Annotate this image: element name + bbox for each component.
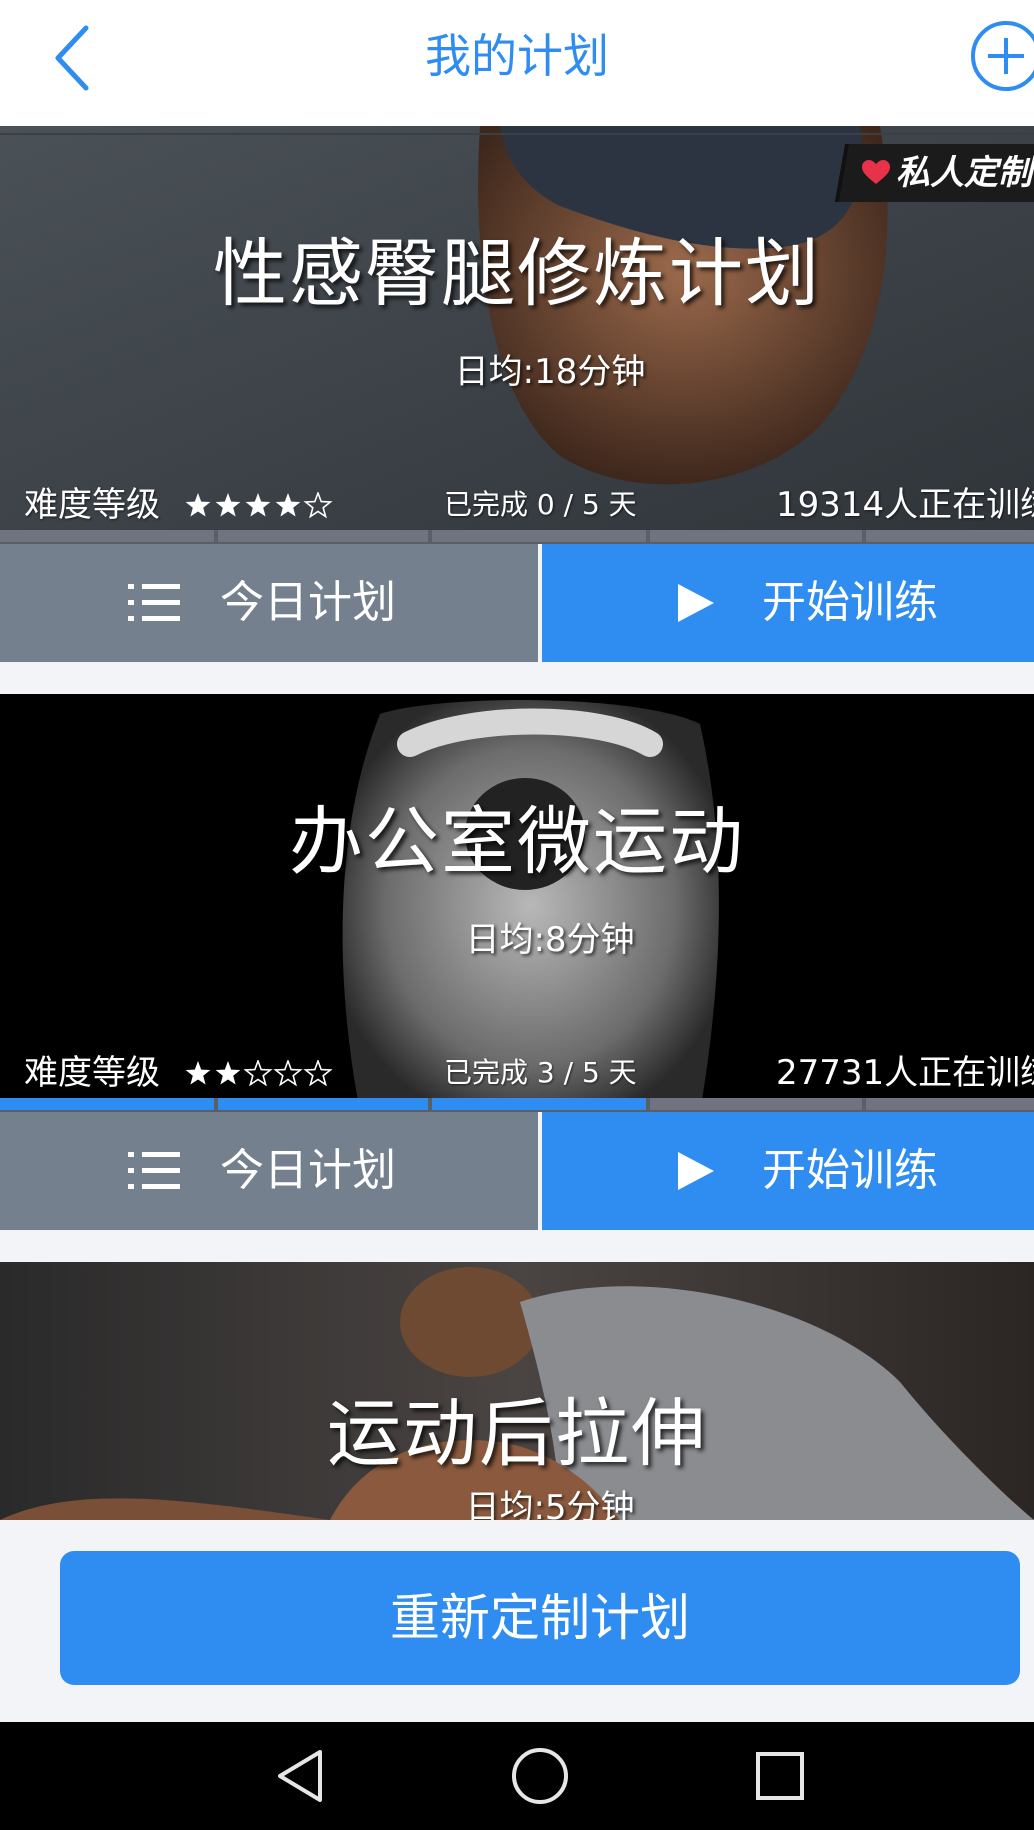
list-icon bbox=[128, 584, 180, 621]
play-icon bbox=[678, 1152, 714, 1190]
plan-banner[interactable]: 私人定制 性感臀腿修炼计划 日均:18分钟 难度等级 已完成 0 / 5 天 1… bbox=[0, 126, 1034, 544]
app-header: 我的计划 bbox=[0, 0, 1034, 126]
completion-status: 已完成 0 / 5 天 bbox=[444, 488, 637, 521]
plan-card: 私人定制 性感臀腿修炼计划 日均:18分钟 难度等级 已完成 0 / 5 天 1… bbox=[0, 126, 1034, 662]
private-custom-badge: 私人定制 bbox=[834, 144, 1034, 202]
plan-meta: 难度等级 已完成 0 / 5 天 19314人正在训练 bbox=[0, 480, 1034, 530]
today-plan-button[interactable]: 今日计划 bbox=[0, 544, 538, 662]
progress-segment bbox=[432, 530, 646, 542]
start-training-label: 开始训练 bbox=[762, 1145, 938, 1196]
plan-daily-average: 日均:5分钟 bbox=[465, 1488, 635, 1520]
star-filled-icon bbox=[215, 493, 241, 517]
list-icon bbox=[128, 1152, 180, 1189]
star-empty-icon bbox=[303, 492, 333, 519]
progress-segment bbox=[866, 530, 1034, 542]
start-training-button[interactable]: 开始训练 bbox=[542, 544, 1034, 662]
nav-recents-icon[interactable] bbox=[750, 1746, 810, 1806]
today-plan-label: 今日计划 bbox=[220, 577, 396, 628]
completion-progress-bar bbox=[0, 1098, 1034, 1112]
completion-status: 已完成 3 / 5 天 bbox=[444, 1056, 637, 1089]
progress-segment bbox=[0, 530, 214, 542]
star-empty-icon bbox=[243, 1060, 273, 1087]
star-filled-icon bbox=[275, 493, 301, 517]
plan-title: 性感臀腿修炼计划 bbox=[213, 231, 821, 317]
plan-meta: 难度等级 已完成 3 / 5 天 27731人正在训练 bbox=[0, 1048, 1034, 1098]
plan-card: 办公室微运动 日均:8分钟 难度等级 已完成 3 / 5 天 27731人正在训… bbox=[0, 694, 1034, 1230]
system-nav-bar bbox=[0, 1722, 1034, 1830]
difficulty-label: 难度等级 bbox=[24, 1053, 160, 1093]
difficulty-stars bbox=[185, 1060, 333, 1087]
plan-daily-average: 日均:8分钟 bbox=[465, 920, 635, 960]
start-training-button[interactable]: 开始训练 bbox=[542, 1112, 1034, 1230]
active-users-count: 27731人正在训练 bbox=[776, 1053, 1034, 1093]
heart-icon bbox=[862, 160, 890, 184]
progress-segment bbox=[218, 1098, 428, 1110]
start-training-label: 开始训练 bbox=[762, 577, 938, 628]
plan-card[interactable]: 运动后拉伸 日均:5分钟 bbox=[0, 1262, 1034, 1520]
nav-home-icon[interactable] bbox=[510, 1746, 570, 1806]
footer: 重新定制计划 bbox=[0, 1520, 1034, 1722]
plan-title: 运动后拉伸 bbox=[327, 1391, 707, 1477]
today-plan-label: 今日计划 bbox=[220, 1145, 396, 1196]
page-title: 我的计划 bbox=[425, 29, 609, 83]
star-filled-icon bbox=[185, 1061, 211, 1085]
play-icon bbox=[678, 584, 714, 622]
star-filled-icon bbox=[185, 493, 211, 517]
plan-actions: 今日计划 开始训练 bbox=[0, 544, 1034, 662]
star-empty-icon bbox=[303, 1060, 333, 1087]
progress-segment bbox=[0, 1098, 214, 1110]
difficulty-stars bbox=[185, 492, 333, 519]
progress-segment bbox=[866, 1098, 1034, 1110]
completion-progress-bar bbox=[0, 530, 1034, 544]
progress-segment bbox=[218, 530, 428, 542]
add-icon[interactable] bbox=[966, 16, 1034, 96]
progress-segment bbox=[650, 530, 862, 542]
difficulty-label: 难度等级 bbox=[24, 485, 160, 525]
nav-back-icon[interactable] bbox=[270, 1746, 330, 1806]
star-filled-icon bbox=[215, 1061, 241, 1085]
active-users-count: 19314人正在训练 bbox=[776, 485, 1034, 525]
star-filled-icon bbox=[245, 493, 271, 517]
plan-title: 办公室微运动 bbox=[289, 799, 745, 885]
plan-actions: 今日计划 开始训练 bbox=[0, 1112, 1034, 1230]
plan-banner[interactable]: 办公室微运动 日均:8分钟 难度等级 已完成 3 / 5 天 27731人正在训… bbox=[0, 694, 1034, 1112]
progress-segment bbox=[650, 1098, 862, 1110]
today-plan-button[interactable]: 今日计划 bbox=[0, 1112, 538, 1230]
badge-label: 私人定制 bbox=[896, 153, 1032, 193]
progress-segment bbox=[432, 1098, 646, 1110]
star-empty-icon bbox=[273, 1060, 303, 1087]
plan-daily-average: 日均:18分钟 bbox=[454, 352, 646, 392]
recustomize-plan-button[interactable]: 重新定制计划 bbox=[60, 1551, 1020, 1685]
